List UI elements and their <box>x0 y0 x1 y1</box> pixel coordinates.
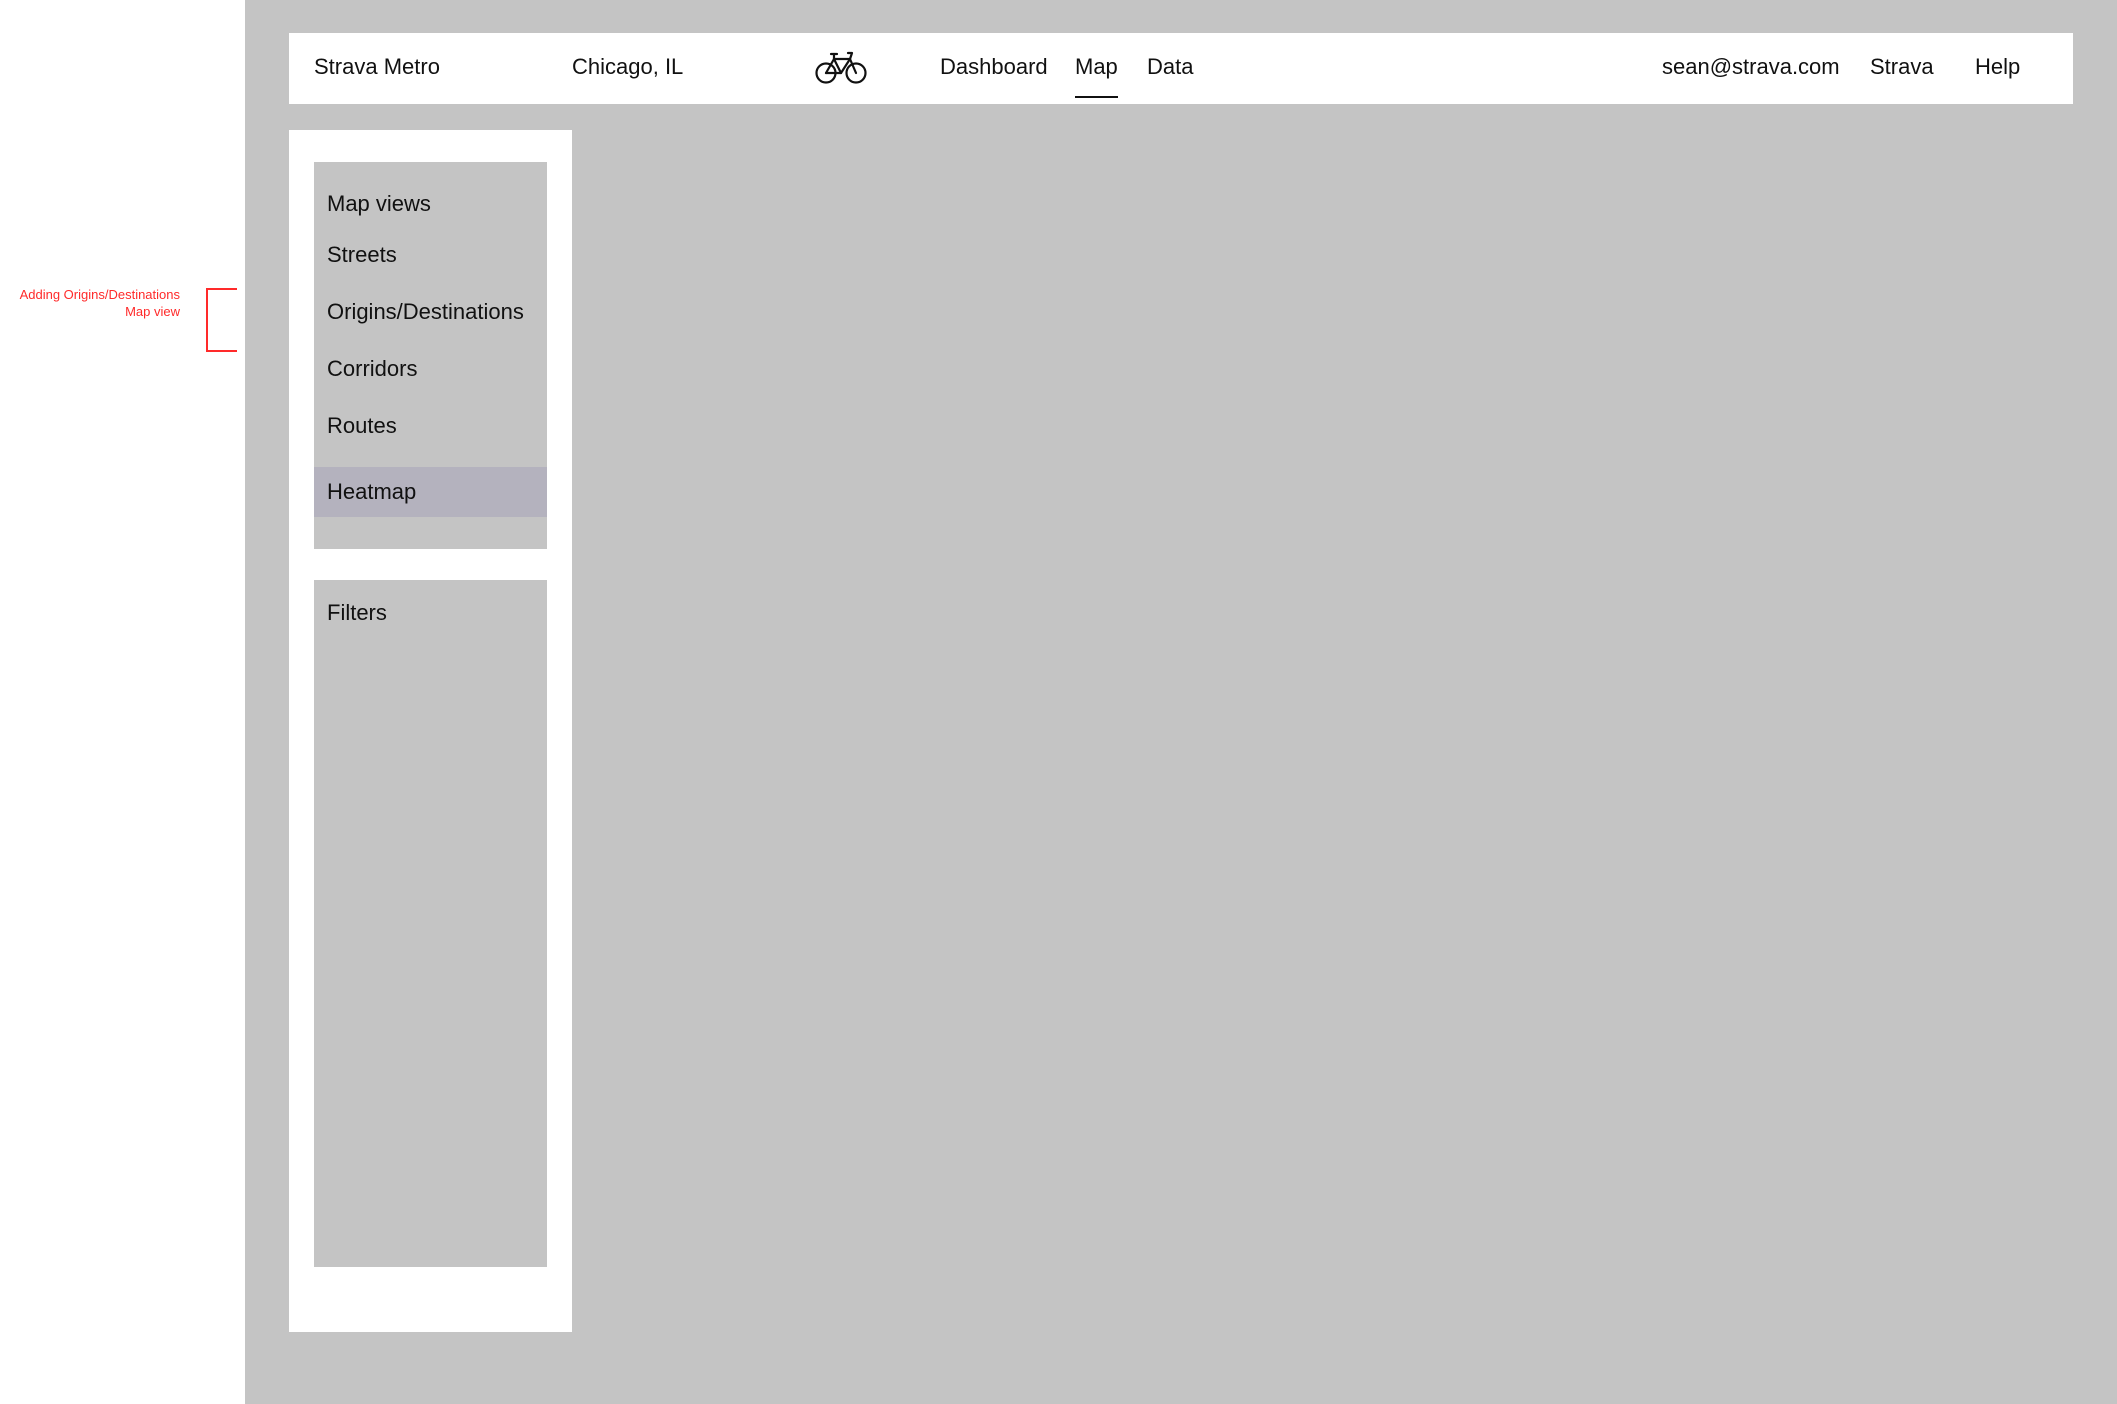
tab-data-label: Data <box>1147 54 1194 79</box>
annotation-bracket <box>206 288 237 352</box>
location-label[interactable]: Chicago, IL <box>572 33 683 104</box>
map-view-routes[interactable]: Routes <box>314 401 547 451</box>
map-view-streets[interactable]: Streets <box>314 230 547 280</box>
map-view-label: Origins/Destinations <box>327 299 524 324</box>
brand-name[interactable]: Strava Metro <box>314 33 440 104</box>
map-view-heatmap[interactable]: Heatmap <box>314 467 547 517</box>
bicycle-icon[interactable] <box>815 49 867 85</box>
annotation-line: Adding Origins/Destinations <box>19 287 180 302</box>
active-tab-indicator <box>1075 96 1118 98</box>
map-view-label: Heatmap <box>327 479 417 504</box>
map-views-panel: Map views Streets Origins/Destinations C… <box>314 162 547 549</box>
user-email-link[interactable]: sean@strava.com <box>1662 33 1840 104</box>
tab-data[interactable]: Data <box>1147 33 1193 104</box>
annotation-note: Adding Origins/Destinations Map view <box>0 286 180 320</box>
map-view-origins-destinations[interactable]: Origins/Destinations <box>314 287 547 337</box>
tab-dashboard[interactable]: Dashboard <box>940 33 1048 104</box>
tab-dashboard-label: Dashboard <box>940 54 1048 79</box>
top-navigation-bar: Strava Metro Chicago, IL Dashboard Map D… <box>289 33 2073 104</box>
map-view-label: Corridors <box>327 356 418 381</box>
map-view-corridors[interactable]: Corridors <box>314 344 547 394</box>
map-view-label: Routes <box>327 413 397 438</box>
help-link[interactable]: Help <box>1975 33 2020 104</box>
map-views-title: Map views <box>327 191 431 216</box>
filters-panel: Filters <box>314 580 547 1267</box>
filters-title: Filters <box>327 600 387 625</box>
map-view-label: Streets <box>327 242 397 267</box>
tab-map-label: Map <box>1075 54 1118 79</box>
sidebar: Map views Streets Origins/Destinations C… <box>289 130 572 1332</box>
strava-link[interactable]: Strava <box>1870 33 1934 104</box>
annotation-line: Map view <box>125 304 180 319</box>
tab-map[interactable]: Map <box>1075 33 1118 104</box>
